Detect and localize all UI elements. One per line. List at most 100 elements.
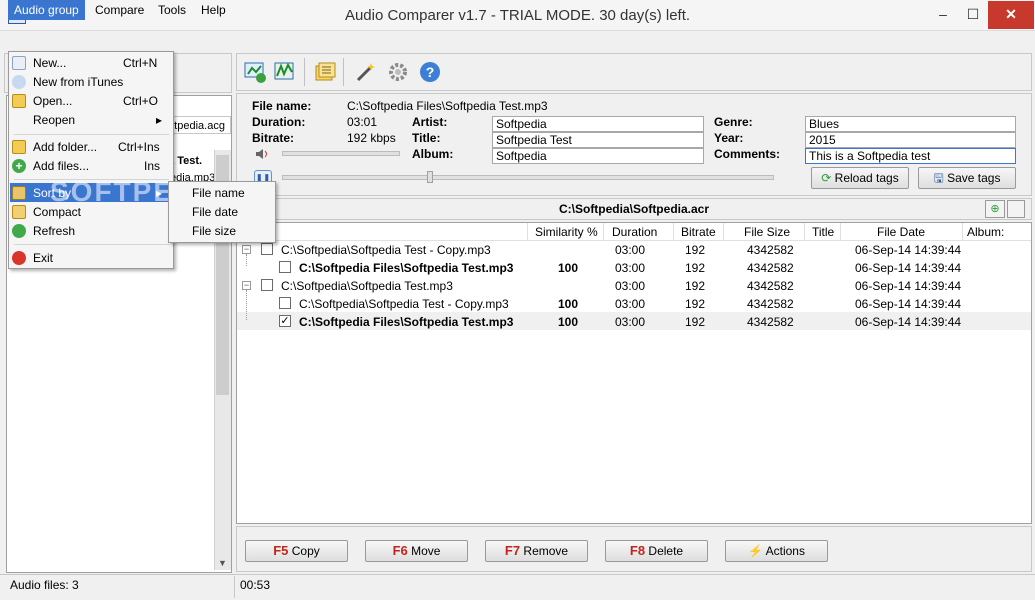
menu-item-refresh[interactable]: Refresh	[33, 224, 75, 238]
row-size: 4342582	[747, 243, 794, 257]
row-path[interactable]: C:\Softpedia\Softpedia Test - Copy.mp3	[299, 297, 509, 311]
genre-label: Genre:	[714, 115, 753, 129]
menu-bar	[0, 31, 1035, 51]
zoom-result-icon[interactable]: ⊕	[985, 200, 1005, 218]
row-path[interactable]: C:\Softpedia\Softpedia Test - Copy.mp3	[281, 243, 491, 257]
sort-file-date[interactable]: File date	[192, 205, 238, 219]
shortcut-add-folder: Ctrl+Ins	[118, 140, 160, 154]
title-field[interactable]: Softpedia Test	[492, 132, 704, 148]
menu-item-new-from-itunes[interactable]: New from iTunes	[33, 75, 123, 89]
menu-item-open[interactable]: Open...	[33, 94, 72, 108]
toolbar-separator	[304, 58, 305, 86]
submenu-arrow-icon: ▸	[156, 113, 163, 127]
actions-label: Actions	[765, 544, 805, 558]
col-separator	[673, 223, 674, 241]
album-field[interactable]: Softpedia	[492, 148, 704, 164]
menu-audio-group[interactable]: Audio group	[8, 0, 85, 20]
move-button[interactable]: F6 Move	[365, 540, 468, 562]
row-checkbox[interactable]	[261, 243, 273, 255]
refresh-icon	[12, 224, 26, 238]
menu-separator	[14, 134, 169, 135]
wave-compare-icon[interactable]	[273, 60, 297, 84]
bitrate-value: 192 kbps	[347, 131, 396, 145]
row-date: 06-Sep-14 14:39:44	[855, 279, 962, 293]
maximize-button[interactable]: ☐	[955, 1, 991, 29]
menu-item-exit[interactable]: Exit	[33, 251, 53, 265]
row-checkbox[interactable]	[261, 279, 273, 291]
folders-icon[interactable]	[313, 60, 337, 84]
col-album[interactable]: Album:	[967, 225, 1004, 239]
bitrate-label: Bitrate:	[252, 131, 295, 145]
row-checkbox[interactable]	[279, 261, 291, 273]
row-path[interactable]: C:\Softpedia Files\Softpedia Test.mp3	[299, 315, 513, 329]
gear-icon[interactable]	[386, 60, 410, 84]
sort-file-size[interactable]: File size	[192, 224, 236, 238]
duration-value: 03:01	[347, 115, 378, 129]
tree-line	[246, 254, 247, 266]
duration-label: Duration:	[252, 115, 306, 129]
menu-item-sort-by[interactable]: Sort by	[33, 186, 71, 200]
col-duration[interactable]: Duration	[612, 225, 657, 239]
col-title[interactable]: Title	[812, 225, 834, 239]
comments-field[interactable]: This is a Softpedia test	[805, 148, 1016, 164]
col-file-date[interactable]: File Date	[877, 225, 925, 239]
collapse-icon[interactable]: −	[242, 245, 251, 254]
row-bitrate: 192	[685, 243, 706, 257]
row-checkbox[interactable]	[279, 297, 291, 309]
shortcut-add-files: Ins	[144, 159, 161, 173]
copy-button[interactable]: F5 Copy	[245, 540, 348, 562]
collapse-icon[interactable]: −	[242, 281, 251, 290]
position-slider-thumb[interactable]	[427, 171, 433, 183]
position-slider[interactable]	[282, 175, 774, 180]
col-separator	[962, 223, 963, 241]
exit-icon	[12, 251, 26, 265]
save-tags-button[interactable]: 🖫 Save tags	[918, 167, 1016, 189]
col-file-size[interactable]: File Size	[744, 225, 790, 239]
help-icon[interactable]: ?	[418, 60, 442, 84]
row-date: 06-Sep-14 14:39:44	[855, 297, 962, 311]
result-extra-button[interactable]	[1007, 200, 1025, 218]
year-field[interactable]: 2015	[805, 132, 1016, 148]
row-similarity: 100	[558, 261, 579, 275]
status-audio-files: Audio files: 3	[10, 578, 79, 592]
reload-tags-button[interactable]: ⟳ Reload tags	[811, 167, 909, 189]
row-date: 06-Sep-14 14:39:44	[855, 261, 962, 275]
album-label: Album:	[412, 147, 454, 161]
col-similarity[interactable]: Similarity %	[535, 225, 598, 239]
genre-field[interactable]: Blues	[805, 116, 1016, 132]
row-size: 4342582	[747, 261, 794, 275]
volume-icon[interactable]	[254, 147, 272, 161]
menu-compare[interactable]: Compare	[89, 0, 150, 20]
menu-item-add-files[interactable]: Add files...	[33, 159, 89, 173]
col-bitrate[interactable]: Bitrate	[681, 225, 716, 239]
row-size: 4342582	[747, 279, 794, 293]
row-date: 06-Sep-14 14:39:44	[855, 315, 962, 329]
delete-label: Delete	[648, 544, 684, 558]
row-path[interactable]: C:\Softpedia Files\Softpedia Test.mp3	[299, 261, 513, 275]
volume-slider[interactable]	[282, 151, 400, 156]
reload-icon: ⟳	[821, 171, 835, 185]
menu-tools[interactable]: Tools	[152, 0, 192, 20]
scroll-down-arrow-icon[interactable]: ▼	[214, 555, 231, 571]
menu-item-compact[interactable]: Compact	[33, 205, 81, 219]
compare-icon[interactable]	[243, 60, 267, 84]
reload-tags-label: Reload tags	[834, 171, 899, 185]
magic-wand-icon[interactable]	[354, 60, 378, 84]
shortcut-open: Ctrl+O	[123, 94, 159, 108]
delete-button[interactable]: F8 Delete	[605, 540, 708, 562]
close-button[interactable]: ✕	[988, 1, 1034, 29]
actions-button[interactable]: ⚡ Actions	[725, 540, 828, 562]
col-separator	[603, 223, 604, 241]
row-checkbox-checked[interactable]: ✓	[279, 315, 291, 327]
row-date: 06-Sep-14 14:39:44	[855, 243, 962, 257]
menu-item-add-folder[interactable]: Add folder...	[33, 140, 97, 154]
menu-item-reopen[interactable]: Reopen	[33, 113, 75, 127]
remove-button[interactable]: F7 Remove	[485, 540, 588, 562]
sort-file-name[interactable]: File name	[192, 186, 245, 200]
row-duration: 03:00	[615, 261, 646, 275]
status-bar	[0, 574, 1035, 600]
row-path[interactable]: C:\Softpedia\Softpedia Test.mp3	[281, 279, 453, 293]
menu-help[interactable]: Help	[195, 0, 232, 20]
artist-field[interactable]: Softpedia	[492, 116, 704, 132]
menu-item-new[interactable]: New...	[33, 56, 66, 70]
